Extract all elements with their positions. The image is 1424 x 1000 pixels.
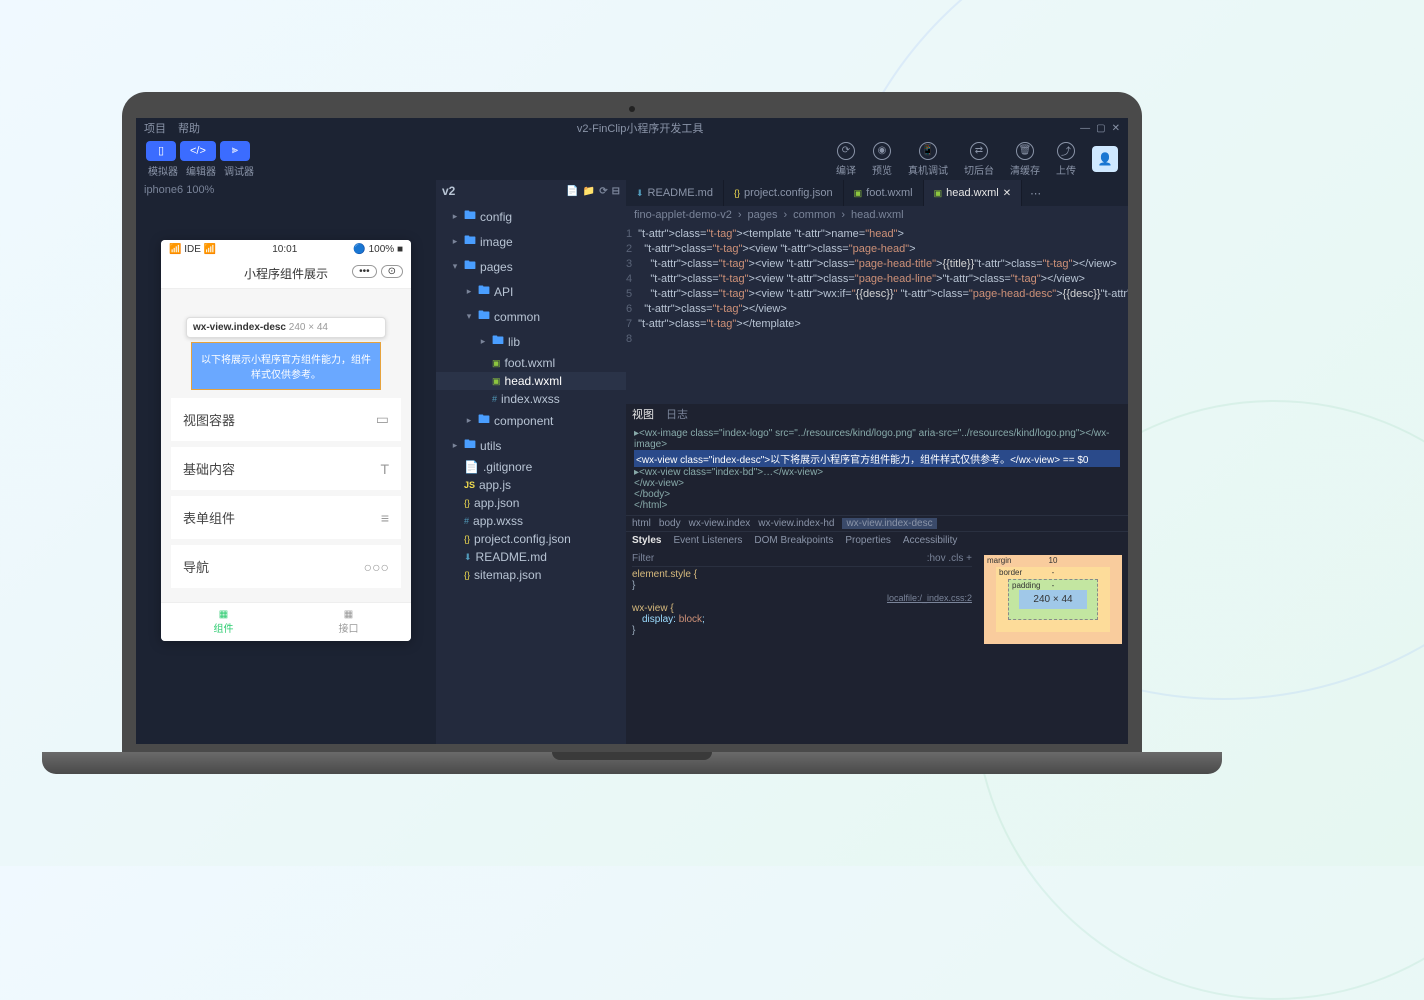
tool-上传[interactable]: ⤴上传 [1056, 142, 1076, 177]
menu-help[interactable]: 帮助 [178, 120, 200, 136]
pill-editor[interactable]: </> [180, 141, 216, 161]
cls-toggle[interactable]: .cls [948, 553, 963, 564]
dom-breadcrumb[interactable]: htmlbodywx-view.indexwx-view.index-hdwx-… [626, 515, 1128, 532]
phone-frame: 📶 IDE 📶 10:01 🔵 100% ■ 小程序组件展示 •••⊙ wx [161, 240, 411, 641]
tree-item[interactable]: ▣head.wxml [436, 372, 626, 390]
device-label: iphone6 100% [136, 180, 436, 200]
pill-debugger[interactable]: ⫸ [220, 141, 250, 161]
devtab-log[interactable]: 日志 [666, 406, 688, 422]
styles-pane[interactable]: Filter :hov .cls + element.style {}</div… [626, 549, 978, 744]
new-folder-icon[interactable]: 📁 [583, 186, 595, 197]
devtools-panel: 视图 日志 ▸<wx-image class="index-logo" src=… [626, 404, 1128, 744]
tree-item[interactable]: ▾🖿pages [436, 254, 626, 279]
pill-label-debug: 调试器 [224, 163, 254, 178]
editor-tab[interactable]: ▣foot.wxml [844, 180, 924, 206]
maximize-icon[interactable]: ▢ [1096, 123, 1105, 134]
code-editor[interactable]: 12345678 "t-attr">class="t-tag"><templat… [626, 224, 1128, 404]
status-battery: 🔵 100% ■ [353, 244, 403, 255]
window-title: v2-FinClip小程序开发工具 [200, 120, 1080, 136]
close-icon[interactable]: ✕ [1112, 123, 1120, 134]
menu-item[interactable]: 视图容器▭ [171, 398, 401, 441]
pill-simulator[interactable]: ▯ [146, 141, 176, 161]
style-tab[interactable]: Accessibility [903, 535, 957, 546]
menu-item[interactable]: 表单组件≡ [171, 496, 401, 539]
minimize-icon[interactable]: — [1080, 123, 1090, 134]
tab-overflow[interactable]: ⋯ [1022, 180, 1049, 206]
tree-item[interactable]: #app.wxss [436, 512, 626, 530]
dom-tree[interactable]: ▸<wx-image class="index-logo" src="../re… [626, 424, 1128, 515]
tree-item[interactable]: ⬇README.md [436, 548, 626, 566]
editor-tab[interactable]: ▣head.wxml✕ [924, 180, 1022, 206]
editor-tab[interactable]: ⬇README.md [626, 180, 724, 206]
style-tab[interactable]: DOM Breakpoints [754, 535, 833, 546]
inspect-tooltip: wx-view.index-desc 240 × 44 [186, 317, 386, 338]
explorer-root[interactable]: v2 [442, 184, 455, 198]
phone-tab[interactable]: ▦组件 [161, 603, 286, 641]
style-filter[interactable]: Filter [632, 553, 654, 564]
tree-item[interactable]: ▸🖿component [436, 408, 626, 433]
tool-清缓存[interactable]: 🗑清缓存 [1010, 142, 1040, 177]
page-title: 小程序组件展示 [244, 267, 328, 281]
tree-item[interactable]: 📄.gitignore [436, 458, 626, 476]
tool-真机调试[interactable]: 📱真机调试 [908, 142, 948, 177]
tree-item[interactable]: ▸🖿config [436, 204, 626, 229]
status-signal: 📶 IDE 📶 [169, 244, 216, 255]
tool-切后台[interactable]: ⇄切后台 [964, 142, 994, 177]
titlebar: 项目 帮助 v2-FinClip小程序开发工具 — ▢ ✕ [136, 118, 1128, 138]
devtab-view[interactable]: 视图 [632, 406, 654, 422]
tree-item[interactable]: ▸🖿utils [436, 433, 626, 458]
style-tab[interactable]: Properties [845, 535, 891, 546]
tree-item[interactable]: ▾🖿common [436, 304, 626, 329]
style-tab[interactable]: Styles [632, 535, 661, 546]
editor-tabs: ⬇README.md{}project.config.json▣foot.wxm… [626, 180, 1128, 206]
tree-item[interactable]: {}project.config.json [436, 530, 626, 548]
menu-item[interactable]: 基础内容T [171, 447, 401, 490]
tool-编译[interactable]: ⟳编译 [836, 142, 856, 177]
add-rule-icon[interactable]: + [966, 553, 972, 564]
hov-toggle[interactable]: :hov [927, 553, 946, 564]
pill-label-edit: 编辑器 [186, 163, 216, 178]
collapse-icon[interactable]: ⊟ [612, 186, 620, 197]
status-time: 10:01 [272, 244, 297, 255]
selected-element[interactable]: 以下将展示小程序官方组件能力，组件样式仅供参考。 [191, 342, 381, 390]
capsule-menu[interactable]: ••• [352, 265, 377, 278]
editor-tab[interactable]: {}project.config.json [724, 180, 844, 206]
tree-item[interactable]: #index.wxss [436, 390, 626, 408]
new-file-icon[interactable]: 📄 [566, 186, 578, 197]
tree-item[interactable]: ▣foot.wxml [436, 354, 626, 372]
file-explorer: v2 📄 📁 ⟳ ⊟ ▸🖿config▸🖿image▾🖿pages▸🖿API▾🖿… [436, 180, 626, 744]
avatar[interactable]: 👤 [1092, 146, 1118, 172]
tree-item[interactable]: {}sitemap.json [436, 566, 626, 584]
menu-project[interactable]: 项目 [144, 120, 166, 136]
laptop-frame: 项目 帮助 v2-FinClip小程序开发工具 — ▢ ✕ ▯ </> ⫸ [122, 92, 1302, 774]
simulator-panel: iphone6 100% 📶 IDE 📶 10:01 🔵 100% ■ 小程序组… [136, 180, 436, 744]
phone-tab[interactable]: ▦接口 [286, 603, 411, 641]
capsule-close[interactable]: ⊙ [381, 265, 403, 278]
breadcrumb: fino-applet-demo-v2›pages›common›head.wx… [626, 206, 1128, 224]
tree-item[interactable]: ▸🖿lib [436, 329, 626, 354]
tree-item[interactable]: ▸🖿image [436, 229, 626, 254]
box-model: margin10 border- padding- 240 × 44 [978, 549, 1128, 744]
ide-window: 项目 帮助 v2-FinClip小程序开发工具 — ▢ ✕ ▯ </> ⫸ [136, 118, 1128, 744]
menu-item[interactable]: 导航○○○ [171, 545, 401, 588]
tree-item[interactable]: {}app.json [436, 494, 626, 512]
toolbar: ▯ </> ⫸ 模拟器 编辑器 调试器 ⟳编译 ◉预览 📱真机调试 ⇄切后台 🗑清缓存 ⤴… [136, 138, 1128, 180]
pill-label-sim: 模拟器 [148, 163, 178, 178]
refresh-icon[interactable]: ⟳ [599, 186, 607, 197]
style-tab[interactable]: Event Listeners [673, 535, 742, 546]
tree-item[interactable]: JSapp.js [436, 476, 626, 494]
tool-预览[interactable]: ◉预览 [872, 142, 892, 177]
tree-item[interactable]: ▸🖿API [436, 279, 626, 304]
